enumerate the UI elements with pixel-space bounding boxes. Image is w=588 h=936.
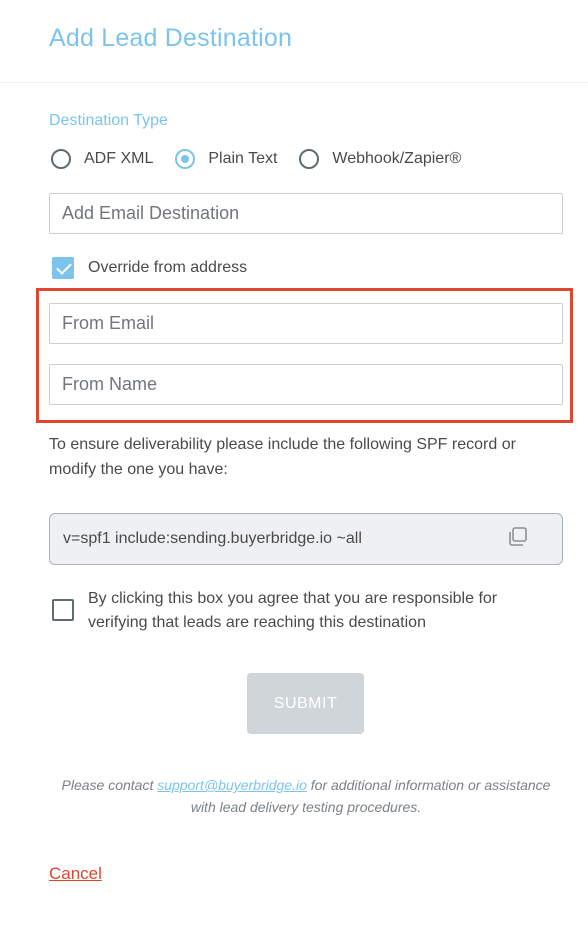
- modal-header: Add Lead Destination: [0, 0, 588, 83]
- from-name-input[interactable]: [49, 364, 563, 405]
- destination-type-radio-group: ADF XML Plain Text Webhook/Zapier®: [51, 146, 483, 172]
- destination-type-label: Destination Type: [49, 112, 168, 129]
- support-email-link[interactable]: support@buyerbridge.io: [157, 777, 307, 793]
- radio-plain-text[interactable]: Plain Text: [175, 149, 277, 169]
- support-note-prefix: Please contact: [61, 777, 158, 793]
- checkbox-unchecked-icon[interactable]: [52, 599, 74, 621]
- radio-unchecked-icon[interactable]: [299, 149, 320, 169]
- spf-record-value: v=spf1 include:sending.buyerbridge.io ~a…: [63, 530, 362, 547]
- radio-webhook-zapier[interactable]: Webhook/Zapier®: [299, 149, 461, 169]
- radio-unchecked-icon[interactable]: [51, 149, 71, 169]
- agreement-label: By clicking this box you agree that you …: [88, 590, 498, 631]
- agreement-option[interactable]: By clicking this box you agree that you …: [52, 587, 552, 635]
- cancel-link[interactable]: Cancel: [49, 864, 102, 884]
- copy-icon[interactable]: [506, 525, 530, 549]
- spf-instructions: To ensure deliverability please include …: [49, 436, 516, 478]
- from-email-input[interactable]: [49, 303, 563, 344]
- radio-label-adf-xml: ADF XML: [84, 150, 154, 167]
- radio-adf-xml[interactable]: ADF XML: [51, 149, 153, 169]
- radio-label-plain-text: Plain Text: [208, 150, 278, 167]
- override-from-address-label: Override from address: [88, 259, 248, 276]
- radio-checked-icon[interactable]: [175, 149, 196, 169]
- modal-title: Add Lead Destination: [49, 24, 293, 52]
- checkbox-checked-icon[interactable]: [52, 257, 74, 279]
- override-from-address-option[interactable]: Override from address: [52, 257, 247, 279]
- support-note: Please contact support@buyerbridge.io fo…: [49, 774, 563, 818]
- email-destination-input[interactable]: [49, 193, 563, 234]
- submit-button[interactable]: SUBMIT: [247, 673, 364, 734]
- radio-label-webhook-zapier: Webhook/Zapier®: [332, 150, 462, 167]
- spf-record-box: v=spf1 include:sending.buyerbridge.io ~a…: [49, 513, 563, 565]
